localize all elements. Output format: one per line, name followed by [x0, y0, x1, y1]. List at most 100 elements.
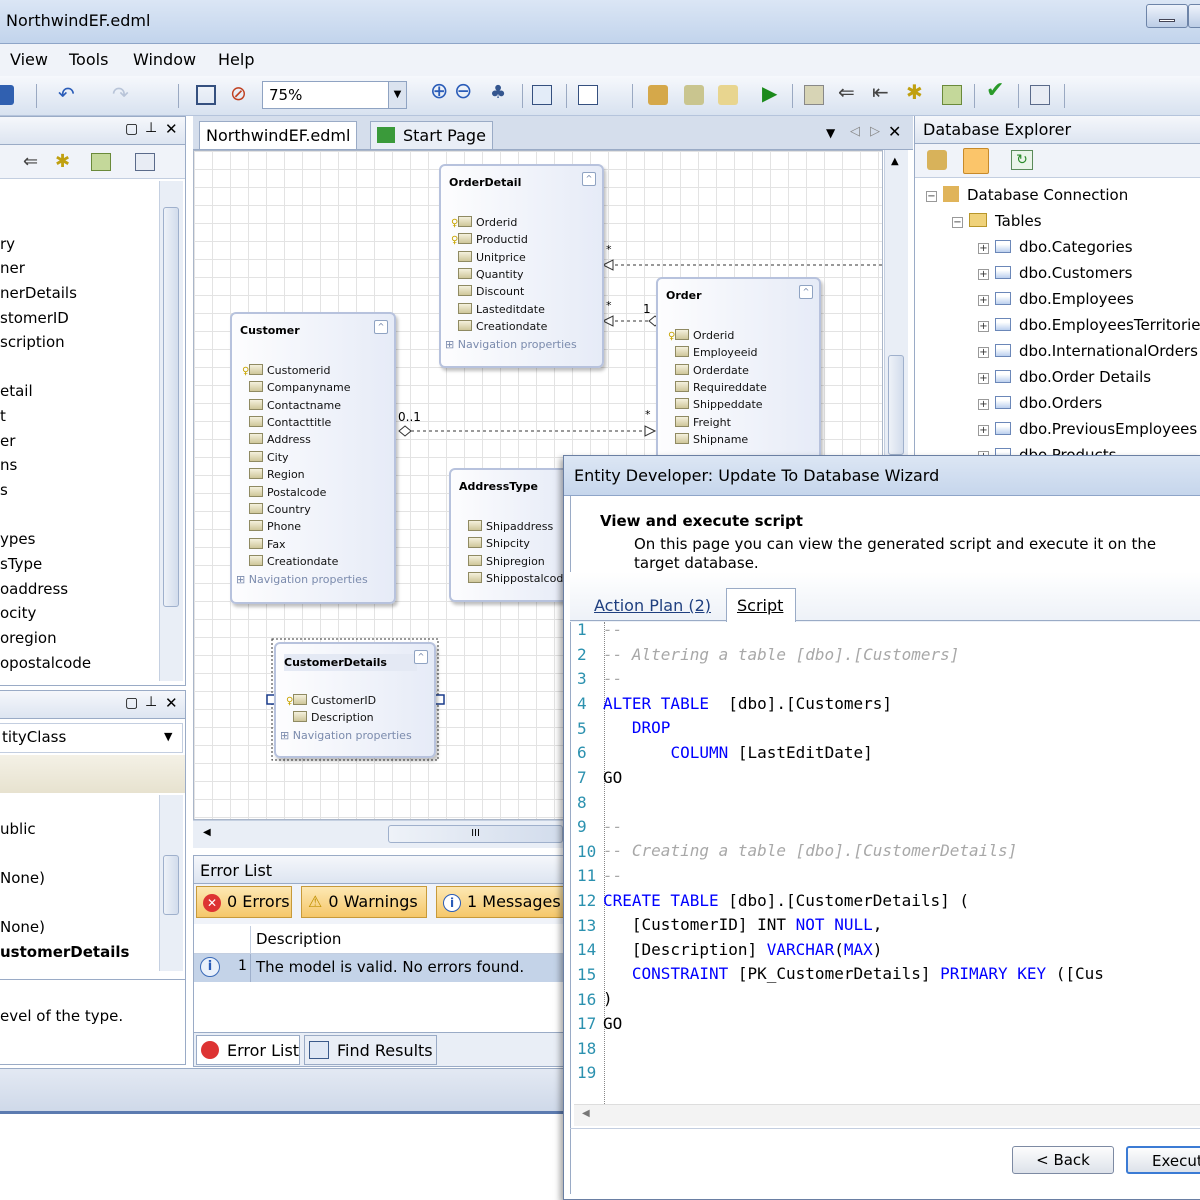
tree-table[interactable]: + dbo.Orders — [978, 394, 1102, 412]
collapse-icon[interactable]: ^ — [414, 650, 428, 664]
entity-property[interactable]: Quantity — [476, 268, 524, 281]
generate-icon[interactable] — [684, 85, 704, 105]
entity-property[interactable]: Lasteditdate — [476, 303, 545, 316]
zoom-combobox[interactable]: 75% ▼ — [262, 81, 407, 109]
collapse-icon[interactable]: ^ — [374, 320, 388, 334]
navigation-properties[interactable]: Navigation properties — [293, 729, 412, 742]
collapse-icon[interactable]: ^ — [799, 285, 813, 299]
tree-table[interactable]: + dbo.Order Details — [978, 368, 1151, 386]
column-header-description[interactable]: Description — [256, 930, 341, 948]
tree-item[interactable]: ner — [0, 259, 25, 277]
entity-property[interactable]: Companyname — [267, 381, 351, 394]
entity-property[interactable]: Fax — [267, 538, 286, 551]
add-association-icon[interactable]: ⇐ — [838, 80, 858, 104]
tree-item[interactable]: stomerID — [0, 309, 69, 327]
maximize-button[interactable] — [1188, 4, 1200, 28]
tree-item[interactable]: scription — [0, 333, 65, 351]
add-property-icon[interactable]: ✱ — [906, 80, 926, 104]
entity-property[interactable]: Employeeid — [693, 346, 758, 359]
entity-property[interactable]: Shipcity — [486, 537, 530, 550]
zoom-in-icon[interactable]: ⊕ — [430, 79, 450, 104]
page-icon[interactable] — [578, 85, 598, 105]
model-icon[interactable] — [648, 85, 668, 105]
run-icon[interactable]: ▶ — [762, 81, 782, 105]
entity-property[interactable]: Orderid — [476, 216, 517, 229]
entity-property[interactable]: Unitprice — [476, 251, 526, 264]
add-inheritance-icon[interactable]: ⇤ — [872, 80, 892, 104]
tree-item[interactable]: er — [0, 432, 15, 450]
entity-property[interactable]: Productid — [476, 233, 528, 246]
vertical-scrollbar[interactable] — [159, 795, 183, 971]
close-icon[interactable]: ✕ — [165, 694, 178, 712]
update-icon[interactable] — [718, 85, 738, 105]
entity-property[interactable]: Phone — [267, 520, 301, 533]
chevron-down-icon[interactable]: ▼ — [388, 82, 406, 108]
menu-help[interactable]: Help — [218, 50, 254, 69]
grid-icon[interactable] — [532, 85, 552, 105]
tree-item[interactable]: t — [0, 407, 6, 425]
entity-property[interactable]: Shipaddress — [486, 520, 553, 533]
close-icon[interactable]: ✕ — [888, 122, 901, 141]
tree-item[interactable]: etail — [0, 382, 33, 400]
tree-item[interactable]: nerDetails — [0, 284, 77, 302]
entity-property[interactable]: Shipname — [693, 433, 748, 446]
tree-tables-folder[interactable]: − Tables — [952, 212, 1042, 230]
object-selector[interactable]: tityClass ▼ — [0, 723, 183, 753]
minimize-button[interactable] — [1146, 4, 1188, 28]
tree-item[interactable]: opostalcode — [0, 654, 91, 672]
tree-table[interactable]: + dbo.Employees — [978, 290, 1134, 308]
tree-item[interactable]: ocity — [0, 604, 36, 622]
navigation-properties[interactable]: Navigation properties — [458, 338, 577, 351]
fit-icon[interactable] — [196, 85, 216, 105]
script-editor[interactable]: -- -- Altering a table [dbo].[Customers] -… — [600, 618, 1200, 1098]
entity-property[interactable]: Shippostalcod — [486, 572, 563, 585]
tree-item[interactable]: sType — [0, 555, 42, 573]
entity-property[interactable]: Contactname — [267, 399, 341, 412]
menu-view[interactable]: View — [10, 50, 48, 69]
tab-start-page[interactable]: Start Page — [370, 121, 493, 149]
tree-item[interactable]: ns — [0, 456, 17, 474]
entity-property[interactable]: Shippeddate — [693, 398, 763, 411]
pin-icon[interactable]: ⊥ — [145, 694, 157, 710]
entity-property[interactable]: Creationdate — [267, 555, 338, 568]
entity-property[interactable]: Creationdate — [476, 320, 547, 333]
entity-property[interactable]: Description — [311, 711, 374, 724]
tree-item[interactable]: ypes — [0, 530, 35, 548]
entity-order[interactable]: Order ^ ♀ Orderid Employeeid Orderdate Re… — [656, 277, 821, 462]
errors-filter-button[interactable]: ✕ 0 Errors — [196, 886, 292, 918]
entity-orderdetail[interactable]: OrderDetail ^ ♀ Orderid ♀ Productid Unitpr… — [439, 164, 604, 368]
entity-property[interactable]: Discount — [476, 285, 524, 298]
messages-filter-button[interactable]: i 1 Messages — [436, 886, 564, 918]
close-icon[interactable]: ✕ — [165, 120, 178, 138]
property-value[interactable]: ustomerDetails — [0, 943, 129, 961]
entity-property[interactable]: Region — [267, 468, 305, 481]
collapse-icon[interactable]: ^ — [582, 172, 596, 186]
add-complex-icon[interactable] — [91, 153, 111, 171]
zoom-out-icon[interactable]: ⊖ — [454, 79, 474, 104]
chevron-down-icon[interactable]: ▼ — [164, 730, 172, 743]
add-property-icon[interactable]: ✱ — [55, 151, 70, 172]
add-connection-icon[interactable] — [927, 150, 947, 170]
filter-icon[interactable] — [963, 148, 989, 174]
refresh-icon[interactable]: ↻ — [1011, 150, 1033, 170]
entity-customer[interactable]: Customer ^ ♀ Customerid Companyname Conta… — [230, 312, 396, 604]
entity-property[interactable]: Customerid — [267, 364, 330, 377]
execute-button[interactable]: Execute — [1126, 1146, 1200, 1174]
entity-property[interactable]: City — [267, 451, 289, 464]
entity-property[interactable]: Country — [267, 503, 311, 516]
entity-property[interactable]: Orderid — [693, 329, 734, 342]
dock-icon[interactable]: ▢ — [125, 695, 138, 711]
entity-property[interactable]: Orderdate — [693, 364, 749, 377]
tree-item[interactable]: s — [0, 481, 8, 499]
entity-property[interactable]: CustomerID — [311, 694, 376, 707]
zoom-tool-icon[interactable]: ⊘ — [230, 81, 250, 105]
property-value[interactable]: None) — [0, 869, 45, 887]
add-complex-icon[interactable] — [942, 85, 962, 105]
tree-table[interactable]: + dbo.PreviousEmployees — [978, 420, 1197, 438]
entity-property[interactable]: Shipregion — [486, 555, 545, 568]
property-value[interactable]: None) — [0, 918, 45, 936]
property-value[interactable]: ublic — [0, 820, 36, 838]
validate-icon[interactable]: ✔ — [986, 78, 1006, 103]
pin-icon[interactable]: ⊥ — [145, 120, 157, 136]
entity-property[interactable]: Address — [267, 433, 311, 446]
